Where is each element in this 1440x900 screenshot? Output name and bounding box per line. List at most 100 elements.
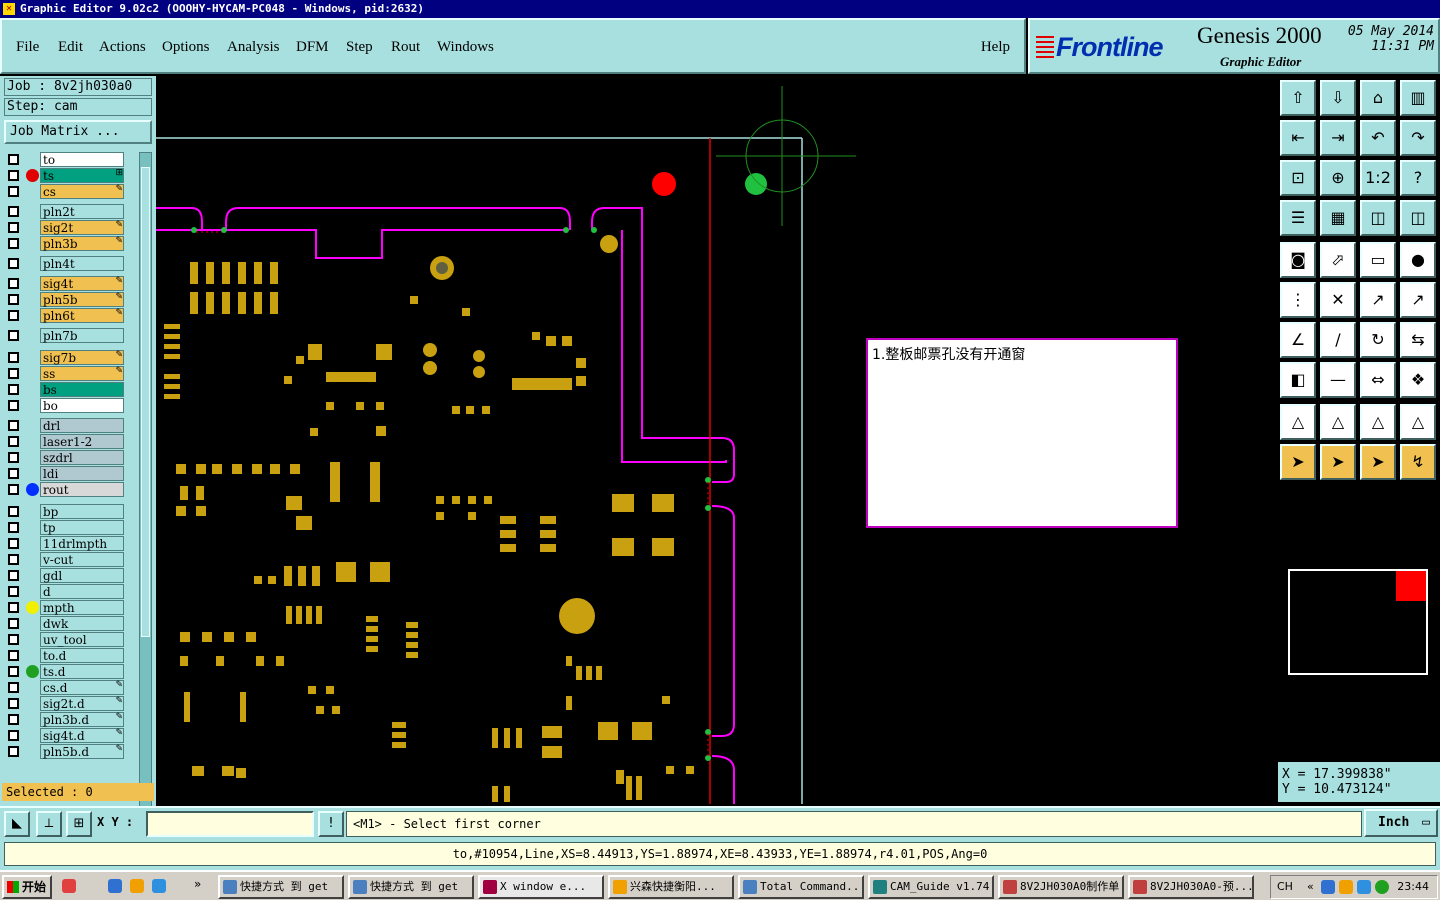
tray-icon[interactable] bbox=[1321, 880, 1335, 894]
ruler-icon[interactable]: ▭ bbox=[1360, 242, 1396, 278]
layer-checkbox[interactable] bbox=[8, 258, 19, 269]
layer-row[interactable]: rout bbox=[4, 482, 126, 497]
redo-icon[interactable]: ↷ bbox=[1400, 120, 1436, 156]
layer-checkbox[interactable] bbox=[8, 618, 19, 629]
fit-icon[interactable]: ⊡ bbox=[1280, 160, 1316, 196]
help-icon[interactable]: ? bbox=[1400, 160, 1436, 196]
angle-icon[interactable]: ∠ bbox=[1280, 322, 1316, 358]
layer-name[interactable]: to bbox=[40, 152, 124, 167]
layer-row[interactable]: sig7b ✎ bbox=[4, 350, 126, 365]
layer-name[interactable]: pln7b bbox=[40, 328, 124, 343]
slash-icon[interactable]: / bbox=[1320, 322, 1356, 358]
arc-icon[interactable]: ↻ bbox=[1360, 322, 1396, 358]
layers-red-icon[interactable]: ◫ bbox=[1360, 200, 1396, 236]
layer-row[interactable]: pln5b ✎ bbox=[4, 292, 126, 307]
layer-checkbox[interactable] bbox=[8, 746, 19, 757]
layer-checkbox[interactable] bbox=[8, 294, 19, 305]
triangle2-icon[interactable]: △ bbox=[1320, 404, 1356, 440]
layer-name[interactable]: ss bbox=[40, 366, 124, 381]
layer-name[interactable]: pln5b bbox=[40, 292, 124, 307]
xy-input[interactable] bbox=[146, 811, 314, 837]
layer-checkbox[interactable] bbox=[8, 154, 19, 165]
layer-checkbox[interactable] bbox=[8, 554, 19, 565]
layer-checkbox[interactable] bbox=[8, 206, 19, 217]
ie-icon[interactable] bbox=[108, 879, 122, 893]
layer-row[interactable]: pln4t bbox=[4, 256, 126, 271]
browser-icon[interactable] bbox=[152, 879, 166, 893]
dot-icon[interactable]: ● bbox=[1400, 242, 1436, 278]
layer-name[interactable]: d bbox=[40, 584, 124, 599]
layer-checkbox[interactable] bbox=[8, 352, 19, 363]
open-icon[interactable]: ⇩ bbox=[1320, 80, 1356, 116]
layer-checkbox[interactable] bbox=[8, 634, 19, 645]
layer-name[interactable]: bo bbox=[40, 398, 124, 413]
layer-checkbox[interactable] bbox=[8, 522, 19, 533]
house-icon[interactable]: ⌂ bbox=[1360, 80, 1396, 116]
window-title-bar[interactable]: ✕ Graphic Editor 9.02c2 (OOOHY-HYCAM-PC0… bbox=[0, 0, 1440, 18]
layer-name[interactable]: sig7b bbox=[40, 350, 124, 365]
layer-row[interactable]: mpth bbox=[4, 600, 126, 615]
grid-icon[interactable]: ▦ bbox=[1320, 200, 1356, 236]
layer-name[interactable]: pln3b.d bbox=[40, 712, 124, 727]
layer-row[interactable]: 11drlmpth bbox=[4, 536, 126, 551]
layer-checkbox[interactable] bbox=[8, 420, 19, 431]
snap-icon[interactable]: ⟂ bbox=[36, 811, 62, 837]
layer-name[interactable]: bp bbox=[40, 504, 124, 519]
grid-snap-icon[interactable]: ⊞ bbox=[66, 811, 92, 837]
layer-name[interactable]: bs bbox=[40, 382, 124, 397]
layer-row[interactable]: uv_tool bbox=[4, 632, 126, 647]
layer-checkbox[interactable] bbox=[8, 570, 19, 581]
layer-name[interactable]: sig2t bbox=[40, 220, 124, 235]
home-icon[interactable]: ⇧ bbox=[1280, 80, 1316, 116]
line-icon[interactable]: ↗ bbox=[1360, 282, 1396, 318]
pencil-icon[interactable]: ⬀ bbox=[1320, 242, 1356, 278]
layer-row[interactable]: bp bbox=[4, 504, 126, 519]
measure-icon[interactable]: ⇔ bbox=[1360, 362, 1396, 398]
layer-checkbox[interactable] bbox=[8, 384, 19, 395]
layer-row[interactable]: ss ✎ bbox=[4, 366, 126, 381]
task-xwindow[interactable]: X window e... bbox=[478, 875, 604, 899]
layer-name[interactable]: ts.d bbox=[40, 664, 124, 679]
quicklaunch-icon[interactable] bbox=[62, 879, 76, 893]
overview-map[interactable] bbox=[1288, 569, 1428, 675]
layer-name[interactable]: ts bbox=[40, 168, 124, 183]
menu-file[interactable]: File bbox=[16, 39, 39, 56]
layer-row[interactable]: pln5b.d ✎ bbox=[4, 744, 126, 759]
camera-icon[interactable]: ◙ bbox=[1280, 242, 1316, 278]
window-icon[interactable]: ▥ bbox=[1400, 80, 1436, 116]
layer-checkbox[interactable] bbox=[8, 468, 19, 479]
route-icon[interactable]: ↯ bbox=[1400, 444, 1436, 480]
square-icon[interactable]: ◧ bbox=[1280, 362, 1316, 398]
prev-icon[interactable]: ⇤ bbox=[1280, 120, 1316, 156]
layer-row[interactable]: v-cut bbox=[4, 552, 126, 567]
layer-checkbox[interactable] bbox=[8, 602, 19, 613]
layer-name[interactable]: uv_tool bbox=[40, 632, 124, 647]
layer-name[interactable]: laser1-2 bbox=[40, 434, 124, 449]
tray-icon[interactable] bbox=[1357, 880, 1371, 894]
settings-icon[interactable]: ☰ bbox=[1280, 200, 1316, 236]
layer-row[interactable]: drl bbox=[4, 418, 126, 433]
arrow-icon[interactable]: ↗ bbox=[1400, 282, 1436, 318]
alert-icon[interactable]: ! bbox=[318, 811, 344, 837]
flip-icon[interactable]: ⇆ bbox=[1400, 322, 1436, 358]
center-icon[interactable]: ⊕ bbox=[1320, 160, 1356, 196]
layer-row[interactable]: pln7b bbox=[4, 328, 126, 343]
layer-name[interactable]: drl bbox=[40, 418, 124, 433]
undo-icon[interactable]: ↶ bbox=[1360, 120, 1396, 156]
layer-row[interactable]: tp bbox=[4, 520, 126, 535]
layer-name[interactable]: pln4t bbox=[40, 256, 124, 271]
layer-name[interactable]: pln2t bbox=[40, 204, 124, 219]
overview-viewport[interactable] bbox=[1396, 571, 1426, 601]
layer-row[interactable]: bs bbox=[4, 382, 126, 397]
layer-name[interactable]: mpth bbox=[40, 600, 124, 615]
layer-name[interactable]: gdl bbox=[40, 568, 124, 583]
media-icon[interactable] bbox=[130, 879, 144, 893]
layer-checkbox[interactable] bbox=[8, 682, 19, 693]
layer-row[interactable]: pln6t ✎ bbox=[4, 308, 126, 323]
layer-name[interactable]: cs.d bbox=[40, 680, 124, 695]
task-shortcut-2[interactable]: 快捷方式 到 get bbox=[348, 875, 474, 899]
tray-icon[interactable] bbox=[1339, 880, 1353, 894]
graphic-canvas[interactable]: 1.整板邮票孔没有开通窗 bbox=[156, 76, 1276, 804]
layer-name[interactable]: sig4t bbox=[40, 276, 124, 291]
triangle-icon[interactable]: △ bbox=[1280, 404, 1316, 440]
